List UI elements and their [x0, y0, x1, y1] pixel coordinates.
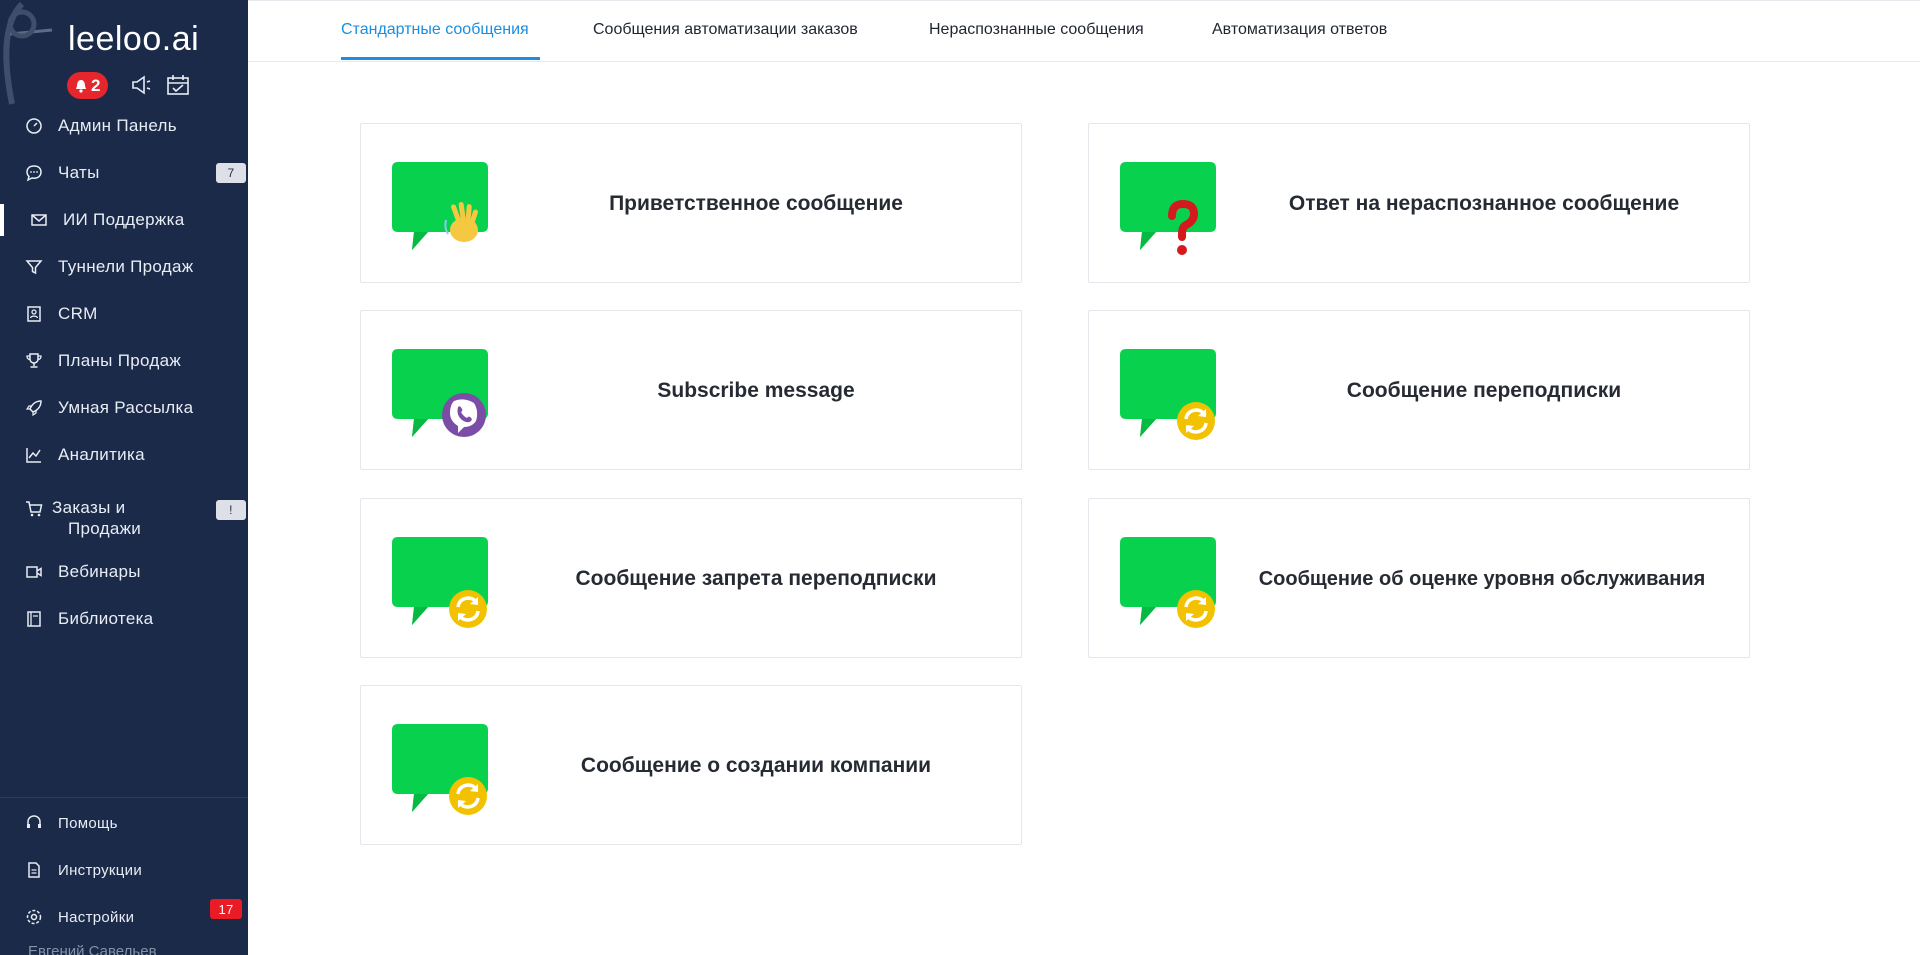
- sidebar-item-label: Помощь: [58, 814, 118, 832]
- sidebar-item-crm[interactable]: CRM: [0, 294, 248, 334]
- tab-reply-automation[interactable]: Автоматизация ответов: [1212, 21, 1387, 39]
- sidebar-item-label: Аналитика: [58, 445, 145, 464]
- sidebar-item-chats[interactable]: Чаты 7: [0, 153, 248, 193]
- card-resubscribe-message[interactable]: Сообщение переподписки: [1088, 310, 1750, 470]
- sidebar-item-label: Админ Панель: [58, 116, 177, 135]
- green-bubble-wave-hand-icon: [392, 162, 488, 250]
- sidebar-item-sales-funnels[interactable]: Туннели Продаж: [0, 247, 248, 287]
- sidebar-item-admin-panel[interactable]: Админ Панель: [0, 106, 248, 146]
- card-title: Сообщение запрета переподписки: [575, 567, 937, 590]
- notifications-count: 2: [91, 75, 101, 95]
- sidebar-item-label: Планы Продаж: [58, 351, 182, 370]
- card-subscribe-message[interactable]: Subscribe message: [360, 310, 1022, 470]
- rocket-icon: [25, 400, 42, 417]
- active-tab-indicator: [341, 57, 540, 60]
- contact-card-icon: [27, 306, 41, 322]
- sidebar-item-label: Настройки: [58, 908, 135, 926]
- card-welcome-message[interactable]: Приветственное сообщение: [360, 123, 1022, 283]
- tab-order-automation-messages[interactable]: Сообщения автоматизации заказов: [593, 21, 858, 39]
- megaphone-icon[interactable]: [130, 74, 154, 96]
- card-title: Приветственное сообщение: [609, 192, 903, 215]
- green-bubble-refresh-icon: [392, 724, 488, 815]
- sidebar-item-smart-mailing[interactable]: Умная Рассылка: [0, 388, 248, 428]
- line-chart-icon: [26, 448, 41, 463]
- sidebar-item-label-line2: Продажи: [68, 519, 142, 538]
- card-title: Ответ на нераспознанное сообщение: [1288, 192, 1680, 215]
- sidebar-item-label: Вебинары: [58, 562, 141, 581]
- gear-icon: [26, 909, 42, 925]
- tab-standard-messages[interactable]: Стандартные сообщения: [341, 21, 529, 39]
- video-camera-icon: [26, 566, 42, 578]
- logo-text[interactable]: leeloo.ai: [68, 20, 199, 59]
- green-bubble-refresh-icon: [392, 537, 488, 628]
- green-bubble-refresh-icon: [1120, 349, 1216, 440]
- sidebar-item-label: Заказы и: [52, 498, 126, 517]
- sidebar-item-orders-sales[interactable]: Заказы и Продажи !: [0, 497, 248, 541]
- headset-icon: [27, 815, 41, 828]
- card-title: Сообщение переподписки: [1346, 379, 1622, 402]
- sidebar-item-label: Умная Рассылка: [58, 398, 194, 417]
- chats-count-badge: 7: [216, 163, 246, 183]
- sidebar-item-help[interactable]: Помощь: [0, 803, 248, 843]
- sidebar-item-analytics[interactable]: Аналитика: [0, 435, 248, 475]
- tab-bar: Стандартные сообщения Сообщения автомати…: [248, 0, 1920, 62]
- card-title: Сообщение об оценке уровня обслуживания: [1258, 567, 1706, 590]
- card-title: Subscribe message: [657, 379, 855, 402]
- sidebar-item-label: Инструкции: [58, 861, 143, 879]
- green-bubble-refresh-icon: [1120, 537, 1216, 628]
- sidebar-item-ai-support[interactable]: ИИ Поддержка: [0, 200, 248, 240]
- chat-bubble-icon: [26, 165, 42, 182]
- card-resubscribe-ban-message[interactable]: Сообщение запрета переподписки: [360, 498, 1022, 658]
- sidebar-divider: [0, 797, 248, 798]
- book-icon: [27, 611, 41, 627]
- logo-area: leeloo.ai 2: [0, 0, 248, 115]
- cart-icon: [26, 501, 43, 517]
- tab-unrecognized-messages[interactable]: Нераспознанные сообщения: [929, 21, 1144, 39]
- sidebar-item-sales-plans[interactable]: Планы Продаж: [0, 341, 248, 381]
- logo-figure-icon: [3, 1, 53, 105]
- card-company-created-message[interactable]: Сообщение о создании компании: [360, 685, 1022, 845]
- settings-count-badge: 17: [210, 899, 242, 919]
- card-service-rating-message[interactable]: Сообщение об оценке уровня обслуживания: [1088, 498, 1750, 658]
- calendar-icon[interactable]: [166, 74, 190, 96]
- sidebar-item-label: Чаты: [58, 163, 100, 182]
- sidebar-item-label: Туннели Продаж: [58, 257, 194, 276]
- sidebar-item-label: CRM: [58, 304, 98, 323]
- sidebar-item-library[interactable]: Библиотека: [0, 599, 248, 639]
- card-title: Сообщение о создании компании: [580, 754, 932, 777]
- document-icon: [28, 862, 40, 878]
- sidebar-item-label: Библиотека: [58, 609, 154, 628]
- sidebar-item-instructions[interactable]: Инструкции: [0, 850, 248, 890]
- notifications-badge[interactable]: 2: [67, 72, 109, 99]
- sidebar-item-settings[interactable]: Настройки 17: [0, 897, 248, 937]
- sidebar-item-webinars[interactable]: Вебинары: [0, 552, 248, 592]
- envelope-icon: [31, 214, 47, 226]
- user-name[interactable]: Евгений Савельев: [28, 943, 157, 955]
- sidebar: leeloo.ai 2 Админ Панель Чаты 7 ИИ Подде…: [0, 0, 248, 955]
- dashboard-gauge-icon: [26, 118, 42, 134]
- sidebar-item-label: ИИ Поддержка: [63, 210, 185, 229]
- bell-icon: [76, 79, 86, 93]
- trophy-icon: [26, 353, 42, 368]
- green-bubble-viber-icon: [392, 349, 488, 437]
- funnel-icon: [25, 260, 43, 275]
- orders-alert-badge: !: [216, 500, 246, 520]
- green-bubble-question-mark-icon: [1120, 162, 1216, 255]
- card-unrecognized-reply[interactable]: Ответ на нераспознанное сообщение: [1088, 123, 1750, 283]
